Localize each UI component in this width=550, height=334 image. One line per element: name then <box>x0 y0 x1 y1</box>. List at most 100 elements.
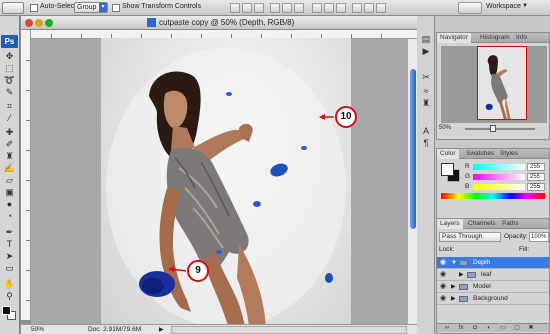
show-transform-checkbox[interactable] <box>112 4 120 12</box>
auto-select-dropdown[interactable]: Group ▾ <box>74 2 108 13</box>
stamp-tool-icon[interactable]: ♜ <box>3 151 16 162</box>
tab-paths[interactable]: Paths <box>499 219 522 229</box>
type-tool-icon[interactable]: T <box>3 239 16 250</box>
layer-mask-icon[interactable]: ◘ <box>471 325 479 332</box>
tool-presets-icon[interactable]: ✂ <box>420 72 432 83</box>
zoom-tool-icon[interactable]: ⚲ <box>3 291 16 302</box>
crop-tool-icon[interactable]: ⌗ <box>3 101 16 112</box>
new-layer-icon[interactable]: ▢ <box>513 325 521 332</box>
new-group-icon[interactable]: ▭ <box>499 325 507 332</box>
minimize-icon[interactable] <box>35 19 43 27</box>
navigator-zoom-slider[interactable] <box>465 128 535 130</box>
quick-select-tool-icon[interactable]: ✎ <box>3 87 16 98</box>
history-panel-icon[interactable]: ▤ <box>420 34 432 45</box>
marquee-tool-icon[interactable]: ⬚ <box>3 63 16 74</box>
vertical-scrollbar[interactable] <box>407 39 417 325</box>
vertical-scroll-thumb[interactable] <box>410 69 416 229</box>
color-spectrum[interactable] <box>441 193 545 199</box>
gradient-tool-icon[interactable]: ▣ <box>3 187 16 198</box>
tab-color[interactable]: Color <box>437 149 459 159</box>
distribute-middle-button[interactable] <box>324 3 334 13</box>
eye-icon[interactable]: ◉ <box>439 283 447 291</box>
shape-tool-icon[interactable]: ▭ <box>3 263 16 274</box>
tab-channels[interactable]: Channels <box>465 219 498 229</box>
blue-slider[interactable] <box>473 184 525 190</box>
distribute-right-button[interactable] <box>376 3 386 13</box>
link-layers-icon[interactable]: ∞ <box>443 325 451 332</box>
align-bottom-button[interactable] <box>254 3 264 13</box>
green-slider[interactable] <box>473 174 525 180</box>
hand-tool-icon[interactable]: ✋ <box>3 279 16 290</box>
horizontal-scrollbar[interactable] <box>171 326 407 334</box>
eye-icon[interactable]: ◉ <box>439 271 447 279</box>
navigator-slider-knob[interactable] <box>490 125 496 132</box>
green-value[interactable]: 255 <box>527 173 545 181</box>
blend-mode-select[interactable]: Pass Through <box>439 232 501 242</box>
blue-value[interactable]: 255 <box>527 183 545 191</box>
eye-icon[interactable]: ◉ <box>439 259 447 267</box>
layer-row-background[interactable]: ◉ ▶ Background <box>437 293 549 305</box>
distribute-left-button[interactable] <box>352 3 362 13</box>
distribute-top-button[interactable] <box>312 3 322 13</box>
auto-select-checkbox[interactable] <box>30 4 38 12</box>
trash-icon[interactable]: ✖ <box>527 325 535 332</box>
close-icon[interactable] <box>25 19 33 27</box>
red-value[interactable]: 255 <box>527 163 545 171</box>
tab-info[interactable]: Info <box>513 33 530 43</box>
opacity-label: Opacity: <box>504 233 528 240</box>
move-tool-icon[interactable]: ✥ <box>3 51 16 62</box>
align-right-button[interactable] <box>294 3 304 13</box>
navigator-thumbnail[interactable] <box>441 46 547 123</box>
tab-swatches[interactable]: Swatches <box>463 149 497 159</box>
actions-panel-icon[interactable]: ▶ <box>420 46 432 57</box>
status-menu-icon[interactable]: ▶ <box>159 326 164 333</box>
tab-navigator[interactable]: Navigator <box>437 33 471 43</box>
eyedropper-tool-icon[interactable]: ⁄ <box>3 113 16 124</box>
character-panel-icon[interactable]: A <box>420 126 432 137</box>
tab-histogram[interactable]: Histogram <box>477 33 513 43</box>
tool-preset-picker[interactable] <box>2 2 24 14</box>
zoom-level[interactable]: 50% <box>31 326 44 333</box>
lasso-tool-icon[interactable]: ➰ <box>3 75 16 86</box>
distribute-center-button[interactable] <box>364 3 374 13</box>
disclosure-triangle-icon[interactable]: ▶ <box>451 293 456 305</box>
align-center-button[interactable] <box>282 3 292 13</box>
disclosure-triangle-icon[interactable]: ▼ <box>451 257 457 269</box>
eraser-tool-icon[interactable]: ▱ <box>3 175 16 186</box>
distribute-bottom-button[interactable] <box>336 3 346 13</box>
tab-layers[interactable]: Layers <box>437 219 463 229</box>
color-foreground-chip[interactable] <box>441 163 454 176</box>
layer-row-model[interactable]: ◉ ▶ Model <box>437 281 549 293</box>
layer-row-leaf[interactable]: ◉ ▶ leaf <box>437 269 549 281</box>
zoom-window-icon[interactable] <box>45 19 53 27</box>
align-middle-button[interactable] <box>242 3 252 13</box>
workspace-menu[interactable]: Workspace <box>486 3 521 10</box>
path-select-tool-icon[interactable]: ➤ <box>3 251 16 262</box>
align-left-button[interactable] <box>270 3 280 13</box>
navigator-zoom[interactable]: 50% <box>439 125 451 131</box>
foreground-color-swatch[interactable] <box>2 306 11 315</box>
tab-styles[interactable]: Styles <box>497 149 521 159</box>
history-brush-tool-icon[interactable]: ✍ <box>3 163 16 174</box>
red-slider[interactable] <box>473 164 525 170</box>
clone-source-icon[interactable]: ♜ <box>420 98 432 109</box>
disclosure-triangle-icon[interactable]: ▶ <box>459 269 464 281</box>
artwork-canvas[interactable] <box>101 38 351 334</box>
panel-toggle-button[interactable] <box>458 2 482 14</box>
brushes-panel-icon[interactable]: ≈ <box>420 86 432 97</box>
opacity-input[interactable]: 100% <box>529 232 549 242</box>
layer-style-icon[interactable]: fx <box>457 325 465 332</box>
blur-tool-icon[interactable]: ● <box>3 199 16 210</box>
align-top-button[interactable] <box>230 3 240 13</box>
navigator-view-box[interactable] <box>477 46 527 120</box>
healing-tool-icon[interactable]: ✚ <box>3 127 16 138</box>
pen-tool-icon[interactable]: ✒ <box>3 227 16 238</box>
paragraph-panel-icon[interactable]: ¶ <box>420 138 432 149</box>
eye-icon[interactable]: ◉ <box>439 295 447 303</box>
layer-name: Depth <box>473 259 491 266</box>
brush-tool-icon[interactable]: ✐ <box>3 139 16 150</box>
layer-row-depth[interactable]: ◉ ▼ Depth <box>437 257 549 269</box>
adjustment-layer-icon[interactable]: ◐ <box>485 325 493 332</box>
disclosure-triangle-icon[interactable]: ▶ <box>451 281 456 293</box>
dodge-tool-icon[interactable]: ◔ <box>3 211 16 222</box>
